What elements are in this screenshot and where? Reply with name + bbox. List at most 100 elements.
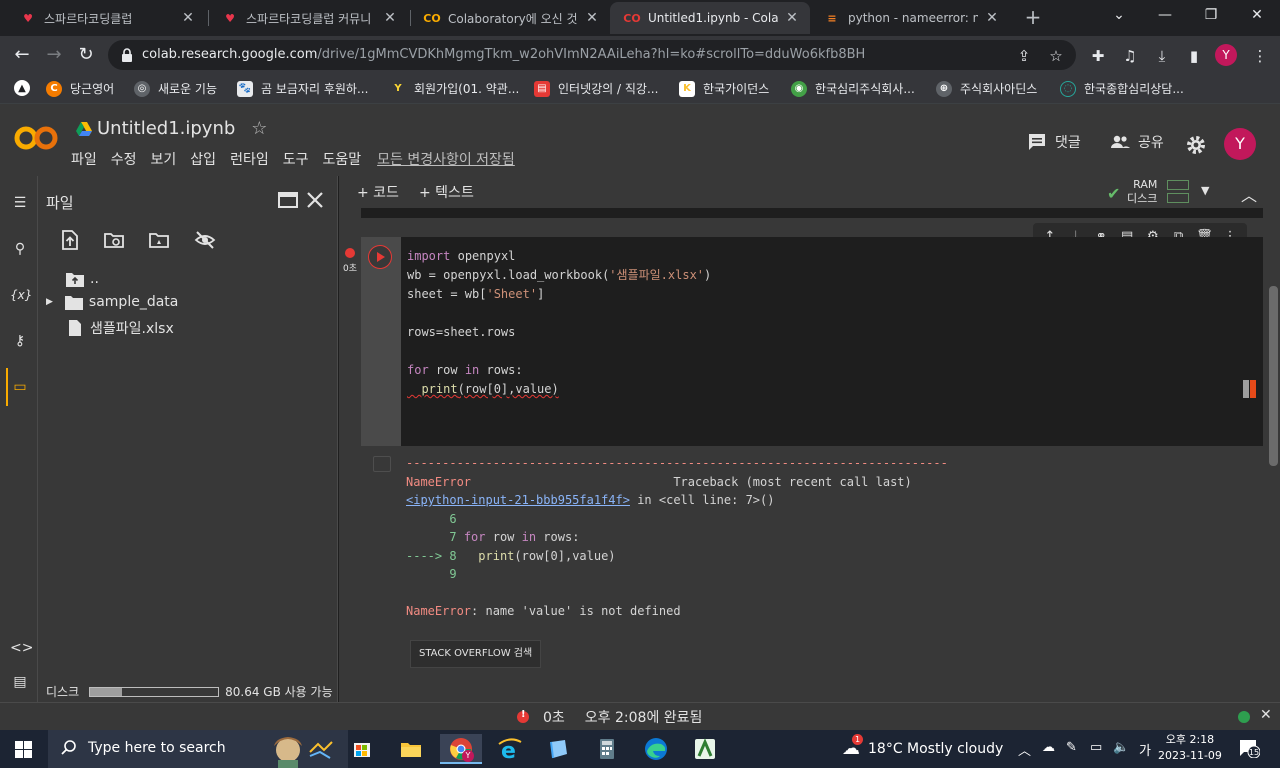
bookmark-item[interactable]: C 당근영어 [46,80,114,97]
chrome-taskbar-item[interactable]: Y [440,734,482,764]
terminal-icon[interactable]: ▤ [10,672,30,692]
onedrive-icon[interactable]: ☁ [1042,740,1055,755]
close-panel-icon[interactable] [304,189,326,211]
edge-icon[interactable] [641,734,671,764]
bookmark-item[interactable]: K 한국가이던스 [679,80,769,97]
refresh-folder-icon[interactable] [103,229,125,251]
calculator-icon[interactable] [592,734,622,764]
internet-explorer-icon[interactable]: e [495,734,525,764]
settings-gear-icon[interactable] [1185,134,1207,156]
ime-indicator[interactable]: 가 [1139,740,1151,759]
browser-tab[interactable]: ♥ 스파르타코딩클럽 커뮤니 ✕ [208,2,408,34]
stackoverflow-search-button[interactable]: STACK OVERFLOW 검색 [410,640,542,668]
file-explorer-icon[interactable] [396,734,426,764]
menu-view[interactable]: 보기 [151,149,177,169]
bookmark-item[interactable]: Y 회원가입(01. 약관... [390,80,519,97]
tree-file-xlsx[interactable]: 샘플파일.xlsx [66,318,174,338]
close-window-button[interactable]: ✕ [1234,0,1280,30]
new-tab-button[interactable]: + [1021,6,1045,30]
execution-status[interactable]: 0초 오후 2:08에 완료됨 [517,707,702,727]
bookmark-item[interactable]: ▤ 인터넷강의 / 직강... [534,80,658,97]
taskbar-clock[interactable]: 오후 2:18 2023-11-09 [1158,732,1222,764]
browser-tab[interactable]: ♥ 스파르타코딩클럽 ✕ [6,2,206,34]
bookmark-item[interactable]: ◎ 새로운 기능 [134,80,217,97]
open-in-tab-icon[interactable] [277,189,299,211]
close-tab-icon[interactable]: ✕ [180,10,196,26]
apps-icon[interactable]: ▲ [14,80,38,96]
bookmark-item[interactable]: ◉ 한국심리주식회사... [791,80,915,97]
menu-help[interactable]: 도움말 [322,149,361,169]
folder-icon[interactable]: ▭ [10,377,30,397]
runtime-dropdown-icon[interactable]: ▼ [1201,184,1209,197]
minimize-button[interactable]: — [1142,0,1188,30]
side-panel-icon[interactable]: ▮ [1184,46,1204,66]
browser-tab-active[interactable]: CO Untitled1.ipynb - Colabo ✕ [610,2,810,34]
browser-tab[interactable]: ≡ python - nameerror: nam ✕ [810,2,1010,34]
bookmark-item[interactable]: ◌ 한국종합심리상담... [1060,80,1184,97]
download-icon[interactable]: ⤓ [1152,46,1172,66]
tree-folder-sample-data[interactable]: ▶ sample_data [46,294,178,310]
variables-icon[interactable]: {x} [10,285,32,305]
network-icon[interactable]: ▭ [1090,740,1102,755]
traceback-link[interactable]: <ipython-input-21-bbb955fa1f4f> [406,493,630,507]
close-status-icon[interactable]: ✕ [1260,707,1272,723]
close-tab-icon[interactable]: ✕ [784,10,800,26]
upload-icon[interactable] [59,229,81,251]
output-actions-icon[interactable] [373,456,391,472]
bookmark-star-icon[interactable]: ☆ [1046,46,1066,66]
add-text-button[interactable]: + 텍스트 [419,182,474,202]
weather-widget[interactable]: ☁ 1 18°C Mostly cloudy [842,734,1003,759]
share-button[interactable]: 공유 [1110,132,1164,152]
save-status[interactable]: 모든 변경사항이 저장됨 [377,149,515,169]
bookmark-item[interactable]: 🐾 곰 보금자리 후원하... [237,80,368,97]
profile-avatar[interactable]: Y [1215,44,1237,66]
table-of-contents-icon[interactable]: ☰ [10,193,30,213]
resource-bars[interactable] [1167,180,1189,206]
pen-icon[interactable]: ✎ [1066,740,1077,755]
mount-drive-icon[interactable] [148,229,170,251]
volume-icon[interactable]: 🔈 [1113,740,1129,755]
forward-button[interactable]: → [42,44,66,68]
show-hidden-icons[interactable]: ︿ [1018,740,1031,759]
collapse-header-icon[interactable]: ︿ [1241,182,1257,206]
scrollbar-thumb[interactable] [1269,286,1278,466]
share-page-icon[interactable]: ⇪ [1014,46,1034,66]
close-tab-icon[interactable]: ✕ [584,10,600,26]
code-editor[interactable]: import openpyxl wb = openpyxl.load_workb… [407,247,711,399]
browser-tab[interactable]: CO Colaboratory에 오신 것을 ✕ [410,2,610,34]
menu-edit[interactable]: 수정 [111,149,137,169]
restore-button[interactable]: ❐ [1188,0,1234,30]
tab-search-icon[interactable]: ⌄ [1096,0,1142,30]
add-code-button[interactable]: + 코드 [357,182,399,202]
search-icon[interactable]: ⚲ [10,239,30,259]
code-cell[interactable]: import openpyxl wb = openpyxl.load_workb… [361,237,1263,446]
close-tab-icon[interactable]: ✕ [984,10,1000,26]
media-icon[interactable]: ♫ [1120,46,1140,66]
notes-app-icon[interactable] [543,734,573,764]
address-bar[interactable]: colab.research.google.com/drive/1gMmCVDK… [108,40,1076,70]
menu-tools[interactable]: 도구 [283,149,309,169]
extensions-icon[interactable]: ✚ [1088,46,1108,66]
taskbar-search[interactable]: Type here to search [48,730,348,768]
code-snippets-icon[interactable]: <> [10,638,33,658]
windows-start-icon[interactable] [15,741,32,758]
close-tab-icon[interactable]: ✕ [382,10,398,26]
run-cell-button[interactable] [369,246,391,268]
menu-file[interactable]: 파일 [71,149,97,169]
menu-runtime[interactable]: 런타임 [230,149,269,169]
colab-logo-icon[interactable] [14,124,58,152]
comment-button[interactable]: 댓글 [1027,132,1081,152]
microsoft-store-icon[interactable] [347,734,377,764]
expand-arrow-icon[interactable]: ▶ [46,297,53,307]
tree-parent-dir[interactable]: .. [66,271,99,287]
bookmark-item[interactable]: ⊕ 주식회사아딘스 [936,80,1037,97]
chrome-menu-icon[interactable]: ⋮ [1250,46,1270,66]
hide-files-icon[interactable] [194,229,216,251]
menu-insert[interactable]: 삽입 [190,149,216,169]
user-avatar[interactable]: Y [1224,128,1256,160]
reload-button[interactable]: ↻ [74,44,98,68]
resource-labels[interactable]: RAM 디스크 [1127,178,1157,206]
star-icon[interactable]: ☆ [251,118,267,139]
notification-icon[interactable]: 15 [1238,738,1260,758]
back-button[interactable]: ← [10,44,34,68]
